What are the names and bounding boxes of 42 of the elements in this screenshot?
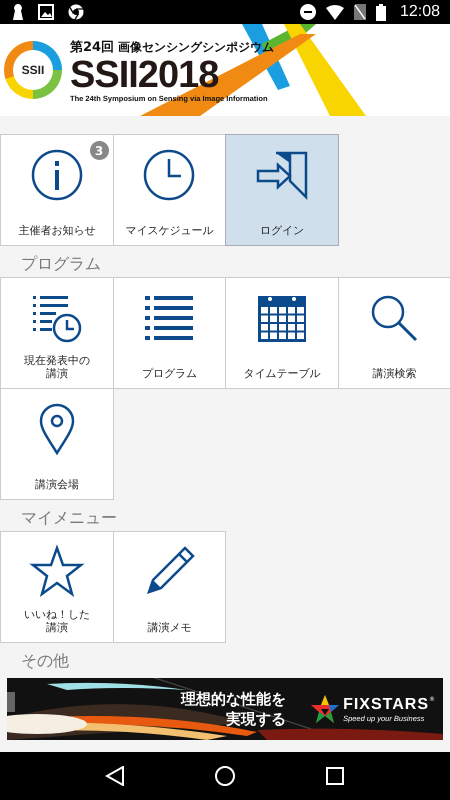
menu-tile[interactable]: 講演メモ — [112, 531, 226, 643]
tile-label: 現在発表中の 講演 — [24, 354, 90, 380]
wifi-icon — [326, 4, 344, 20]
status-time: 12:08 — [400, 3, 440, 21]
menu-tile[interactable]: プログラム — [112, 277, 226, 389]
menu-tile[interactable]: 講演会場 — [0, 388, 114, 500]
home-icon[interactable] — [215, 766, 235, 786]
ad-headline: 理想的な性能を 実現する — [181, 689, 286, 729]
tile-label: 講演会場 — [34, 478, 79, 491]
back-icon[interactable] — [105, 766, 125, 786]
logo-title: SSII2018 — [70, 56, 220, 94]
tile-label: タイムテーブル — [243, 367, 320, 380]
do-not-disturb-icon — [300, 4, 316, 20]
menu-tile[interactable]: ログイン — [225, 134, 338, 246]
menu-tile[interactable]: 講演検索 — [338, 277, 450, 389]
tile-label: 講演検索 — [372, 367, 416, 380]
count-badge: 3 — [90, 141, 108, 160]
menu-tile[interactable]: 主催者お知らせ 3 — [0, 134, 114, 246]
emblem-text: SSII — [13, 50, 53, 90]
section-heading: プログラム — [20, 252, 102, 274]
star-icon — [28, 544, 85, 600]
section-heading: その他 — [20, 650, 70, 672]
menu-tile[interactable]: 現在発表中の 講演 — [0, 277, 114, 389]
battery-icon — [376, 4, 386, 20]
tile-label: 講演メモ — [147, 621, 192, 634]
tile-label: いいね！した 講演 — [24, 608, 90, 634]
brand-name: FIXSTARS — [343, 696, 429, 714]
tile-label: マイスケジュール — [125, 224, 214, 237]
chrome-icon — [68, 4, 84, 20]
tile-label: ログイン — [260, 224, 304, 237]
keyhole-icon — [12, 4, 24, 20]
star-logo-icon — [310, 694, 340, 724]
recents-icon[interactable] — [325, 766, 345, 786]
tile-label: 主催者お知らせ — [18, 224, 96, 237]
edition-label: 第24回 — [70, 38, 114, 56]
menu-tile[interactable]: マイスケジュール — [112, 134, 226, 246]
no-signal-icon — [354, 4, 366, 20]
menu-tile[interactable]: いいね！した 講演 — [0, 531, 114, 643]
section-heading: マイメニュー — [20, 506, 118, 528]
tile-label: プログラム — [142, 367, 197, 380]
image-icon — [38, 4, 54, 20]
menu-tile[interactable]: タイムテーブル — [225, 277, 338, 389]
